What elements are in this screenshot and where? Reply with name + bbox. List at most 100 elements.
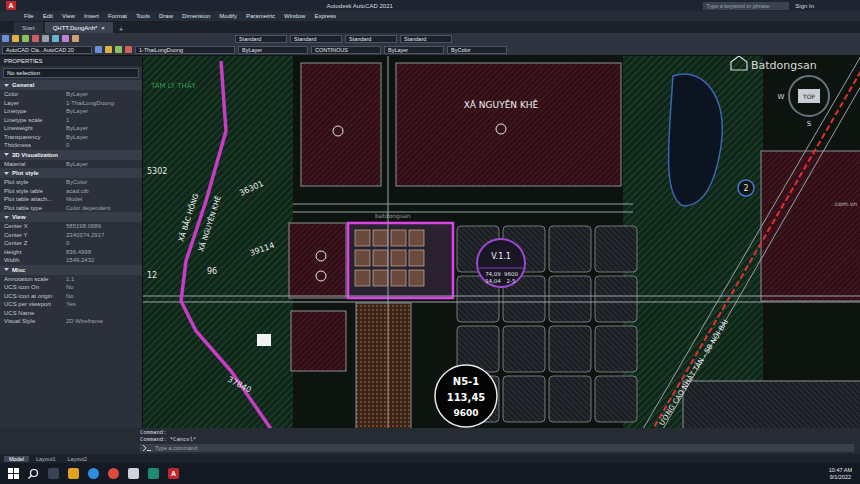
chrome-icon[interactable] (108, 468, 119, 479)
property-row[interactable]: UCS Name (0, 309, 142, 318)
app-icon[interactable] (148, 468, 159, 479)
file-explorer-icon[interactable] (68, 468, 79, 479)
property-row[interactable]: Thickness0 (0, 141, 142, 150)
section-header[interactable]: 3D Visualization (0, 150, 142, 160)
property-row[interactable]: Center Z0 (0, 239, 142, 248)
property-row[interactable]: ColorByLayer (0, 90, 142, 99)
document-tab[interactable]: Start (14, 22, 43, 33)
property-row[interactable]: Annotation scale1:1 (0, 275, 142, 284)
selected-parcel[interactable] (348, 223, 453, 298)
property-row[interactable]: MaterialByLayer (0, 160, 142, 169)
app-icon[interactable] (128, 468, 139, 479)
menu-item[interactable]: Modify (219, 13, 237, 19)
tool-icon[interactable] (2, 35, 9, 42)
edge-icon[interactable] (88, 468, 99, 479)
menu-item[interactable]: File (24, 13, 34, 19)
layer-dropdown[interactable]: 1-ThaiLongDuong (135, 46, 235, 54)
tool-icon[interactable] (125, 46, 132, 53)
menu-item[interactable]: Dimension (182, 13, 210, 19)
command-area: Command:Command: *Cancel*Type a command (0, 428, 860, 454)
drawing-area[interactable]: XÃ NGUYÊN KHÊ53023630139114XÃ BẮC HỒNGXÃ… (143, 56, 860, 428)
menu-item[interactable]: Parametric (246, 13, 275, 19)
property-row[interactable]: LineweightByLayer (0, 124, 142, 133)
menu-item[interactable]: Express (314, 13, 336, 19)
selection-dropdown[interactable]: No selection (3, 68, 139, 78)
new-tab-button[interactable]: + (115, 26, 127, 33)
property-row[interactable]: UCS per viewportYes (0, 300, 142, 309)
property-row[interactable]: UCS icon at originNo (0, 292, 142, 301)
property-row[interactable]: Center Y2340374.2917 (0, 231, 142, 240)
menu-item[interactable]: Format (108, 13, 127, 19)
property-row[interactable]: TransparencyByLayer (0, 133, 142, 142)
lot-block (355, 270, 370, 286)
tool-icon[interactable] (32, 35, 39, 42)
tool-icon[interactable] (12, 35, 19, 42)
tool-icon[interactable] (105, 46, 112, 53)
expand-icon[interactable] (4, 83, 9, 88)
tool-icon[interactable] (52, 35, 59, 42)
property-row[interactable]: Plot styleByColor (0, 178, 142, 187)
property-row[interactable]: Height836.4998 (0, 248, 142, 257)
menu-item[interactable]: Insert (84, 13, 99, 19)
style-dropdown[interactable]: Standard (235, 35, 287, 43)
panel-title: PROPERTIES (0, 56, 142, 66)
tab-close[interactable]: × (101, 25, 105, 31)
color-dropdown[interactable]: ByLayer (238, 46, 308, 54)
expand-icon[interactable] (4, 171, 9, 176)
drawing-canvas[interactable]: XÃ NGUYÊN KHÊ53023630139114XÃ BẮC HỒNGXÃ… (143, 56, 860, 428)
style-dropdown[interactable]: Standard (290, 35, 342, 43)
linetype-dropdown[interactable]: CONTINOUS (311, 46, 381, 54)
tool-icon[interactable] (115, 46, 122, 53)
menu-item[interactable]: Window (284, 13, 305, 19)
property-row[interactable]: Layer1-ThaiLongDuong (0, 99, 142, 108)
tool-icon[interactable] (42, 35, 49, 42)
command-input[interactable]: Type a command (140, 444, 854, 452)
task-view-icon[interactable] (48, 468, 59, 479)
style-dropdown[interactable]: Standard (345, 35, 397, 43)
search-icon[interactable] (28, 468, 39, 479)
style-dropdown[interactable]: Standard (400, 35, 452, 43)
tool-icon[interactable] (72, 35, 79, 42)
app-logo[interactable]: A (6, 1, 16, 10)
tool-icon[interactable] (22, 35, 29, 42)
expand-icon[interactable] (4, 267, 9, 272)
property-row[interactable]: Linetype scale1 (0, 116, 142, 125)
section-header[interactable]: Misc (0, 265, 142, 275)
expand-icon[interactable] (4, 152, 9, 157)
expand-icon[interactable] (4, 215, 9, 220)
plotstyle-dropdown[interactable]: ByColor (447, 46, 507, 54)
menu-item[interactable]: View (62, 13, 75, 19)
sign-in[interactable]: Sign In (795, 3, 854, 9)
property-row[interactable]: Center X585198.0686 (0, 222, 142, 231)
clock[interactable]: 10:47 AM9/1/2022 (829, 467, 852, 481)
autocad-icon[interactable]: A (168, 468, 179, 479)
property-row[interactable]: Visual Style2D Wireframe (0, 317, 142, 326)
property-row[interactable]: Plot style tableacad.ctb (0, 187, 142, 196)
viewcube[interactable]: TOPWS (778, 76, 829, 128)
workspace-dropdown[interactable]: AutoCAD Cla...AutoCAD 20 (2, 46, 92, 54)
layout-tab[interactable]: Layout1 (31, 456, 61, 462)
plot-label-n[interactable]: N5-1113,459600 (435, 365, 497, 427)
property-row[interactable]: UCS icon OnNo (0, 283, 142, 292)
property-row[interactable]: LinetypeByLayer (0, 107, 142, 116)
tool-icon[interactable] (62, 35, 69, 42)
menu-item[interactable]: Tools (136, 13, 150, 19)
property-row[interactable]: Plot table typeColor dependent (0, 204, 142, 213)
layout-tab[interactable]: Model (4, 456, 29, 462)
section-header[interactable]: View (0, 212, 142, 222)
section-header[interactable]: General (0, 80, 142, 90)
menu-item[interactable]: Edit (43, 13, 53, 19)
plot-label-v[interactable]: V.1.174,09960014,042-5 (477, 239, 525, 287)
layout-tab[interactable]: Layout2 (63, 456, 93, 462)
property-row[interactable]: Plot table attach...Model (0, 195, 142, 204)
property-row[interactable]: Width1549.2432 (0, 256, 142, 265)
lineweight-dropdown[interactable]: ByLayer (384, 46, 444, 54)
document-tab[interactable]: QHTT.DongAnh*× (45, 22, 113, 33)
windows-icon[interactable] (8, 468, 19, 479)
section-header[interactable]: Plot style (0, 168, 142, 178)
menu-item[interactable]: Draw (159, 13, 173, 19)
svg-text:9600: 9600 (453, 408, 478, 418)
search-box[interactable]: Type a keyword or phrase (703, 2, 789, 10)
property-section: ViewCenter X585198.0686Center Y2340374.2… (0, 212, 142, 265)
tool-icon[interactable] (95, 46, 102, 53)
